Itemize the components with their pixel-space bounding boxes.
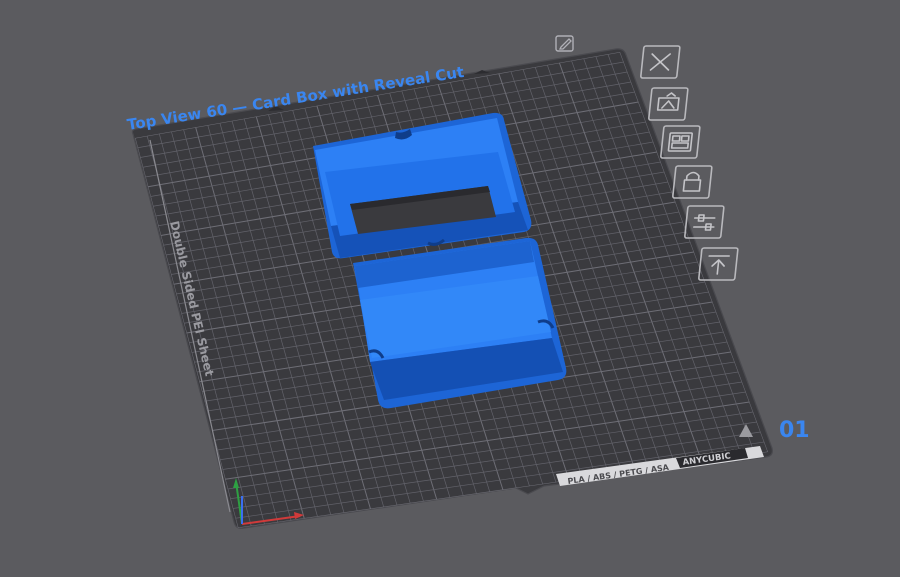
add-object-icon bbox=[656, 92, 680, 111]
close-icon bbox=[649, 53, 671, 71]
lock-icon bbox=[682, 171, 702, 192]
3d-viewport[interactable]: Double Sided PEI Sheet PLA / ABS / PETG … bbox=[0, 0, 900, 577]
slider-settings-icon bbox=[692, 214, 716, 231]
align-top-icon bbox=[708, 255, 730, 275]
model-base[interactable] bbox=[353, 237, 567, 409]
edit-name-icon[interactable] bbox=[555, 35, 574, 52]
lock-plate-button[interactable] bbox=[672, 165, 713, 199]
add-object-button[interactable] bbox=[648, 87, 689, 121]
plate-number: 01 bbox=[779, 418, 810, 443]
arrange-button[interactable] bbox=[660, 125, 701, 159]
delete-plate-button[interactable] bbox=[640, 45, 681, 79]
arrange-icon bbox=[667, 132, 693, 152]
